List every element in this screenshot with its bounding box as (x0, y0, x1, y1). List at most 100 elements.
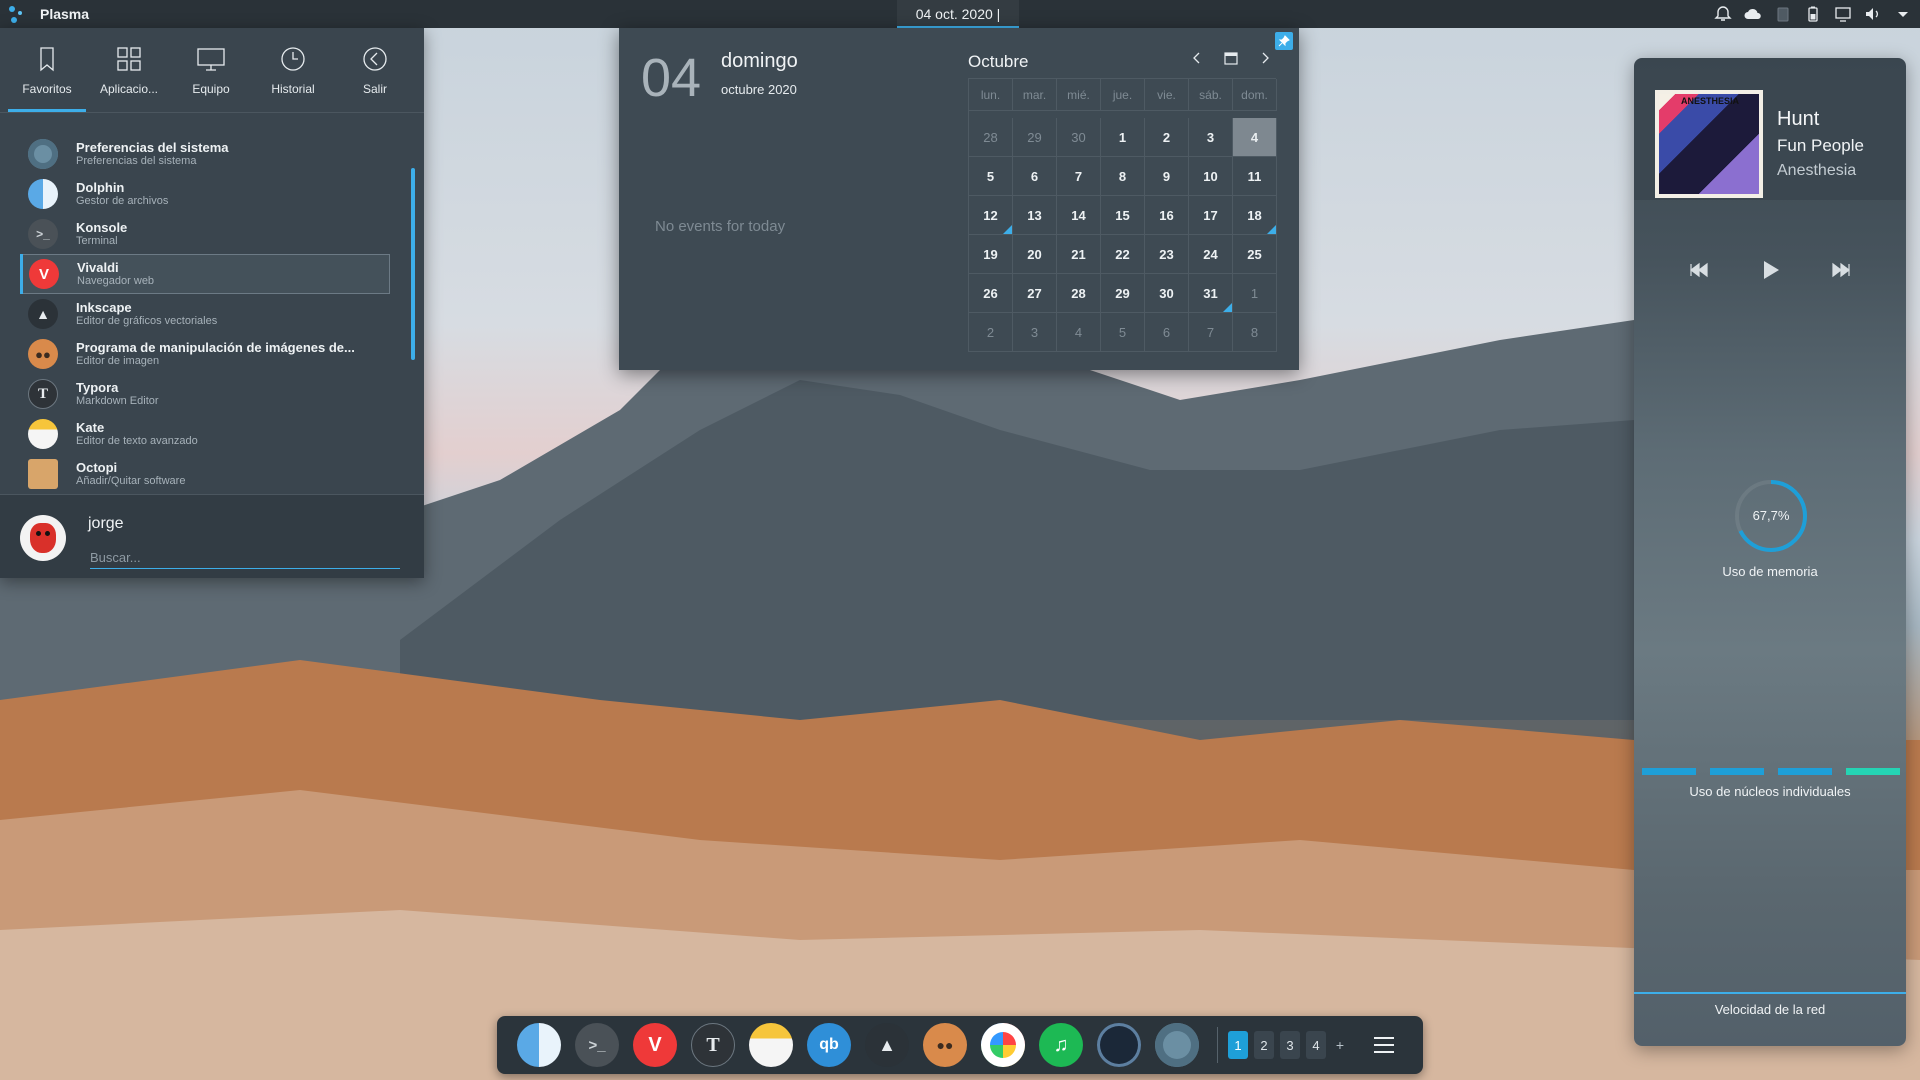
battery-icon[interactable] (1804, 5, 1822, 23)
bell-icon[interactable] (1714, 5, 1732, 23)
app-item-preferencias[interactable]: Preferencias del sistema Preferencias del… (20, 134, 390, 174)
desktop-1-button[interactable]: 1 (1228, 1031, 1248, 1059)
calendar-month-title[interactable]: Octubre (968, 52, 1028, 72)
calendar-day[interactable]: 22 (1101, 235, 1145, 274)
previous-track-button[interactable] (1685, 256, 1713, 284)
app-item-kate[interactable]: Kate Editor de texto avanzado (20, 414, 390, 454)
calendar-day[interactable]: 26 (969, 274, 1013, 313)
calendar-day[interactable]: 1 (1233, 274, 1277, 313)
calendar-day[interactable]: 7 (1057, 157, 1101, 196)
desktop-4-button[interactable]: 4 (1306, 1031, 1326, 1059)
tab-aplicaciones[interactable]: Aplicacio... (88, 28, 170, 112)
calendar-day[interactable]: 29 (1013, 118, 1057, 157)
calendar-day[interactable]: 5 (969, 157, 1013, 196)
qbittorrent-icon[interactable]: qb (807, 1023, 851, 1067)
plasma-launcher-button[interactable]: Plasma (0, 0, 89, 28)
calendar-day[interactable]: 13 (1013, 196, 1057, 235)
calendar-day[interactable]: 9 (1145, 157, 1189, 196)
app-name: Programa de manipulación de imágenes de.… (76, 340, 355, 355)
next-track-button[interactable] (1827, 256, 1855, 284)
add-desktop-button[interactable]: + (1332, 1037, 1348, 1053)
next-month-button[interactable] (1257, 50, 1273, 66)
calendar-day[interactable]: 6 (1013, 157, 1057, 196)
task-dock: >_ V T qb ▲ ●● ♫ 1 2 3 4 + (497, 1016, 1423, 1074)
calendar-day[interactable]: 5 (1101, 313, 1145, 352)
calendar-day[interactable]: 3 (1013, 313, 1057, 352)
gimp-icon[interactable]: ●● (923, 1023, 967, 1067)
calendar-day[interactable]: 17 (1189, 196, 1233, 235)
calendar-day[interactable]: 25 (1233, 235, 1277, 274)
calendar-day[interactable]: 7 (1189, 313, 1233, 352)
digital-clock[interactable]: 04 oct. 2020 | 17:12 (897, 0, 1019, 50)
previous-month-button[interactable] (1189, 50, 1205, 66)
calendar-day[interactable]: 15 (1101, 196, 1145, 235)
kate-icon[interactable] (749, 1023, 793, 1067)
calendar-day[interactable]: 21 (1057, 235, 1101, 274)
app-item-inkscape[interactable]: ▲ Inkscape Editor de gráficos vectoriales (20, 294, 390, 334)
menu-icon[interactable] (1374, 1037, 1394, 1053)
play-button[interactable] (1756, 256, 1784, 284)
today-button[interactable] (1223, 50, 1239, 66)
tab-equipo[interactable]: Equipo (170, 28, 252, 112)
calendar-day[interactable]: 8 (1101, 157, 1145, 196)
calendar-day[interactable]: 1 (1101, 118, 1145, 157)
calendar-day[interactable]: 16 (1145, 196, 1189, 235)
display-icon[interactable] (1834, 5, 1852, 23)
app-item-vivaldi[interactable]: V Vivaldi Navegador web (20, 254, 390, 294)
cloud-icon[interactable] (1744, 5, 1762, 23)
search-input[interactable] (90, 547, 400, 569)
desktop-3-button[interactable]: 3 (1280, 1031, 1300, 1059)
desktop-2-button[interactable]: 2 (1254, 1031, 1274, 1059)
calendar-day[interactable]: 10 (1189, 157, 1233, 196)
inkscape-icon[interactable]: ▲ (865, 1023, 909, 1067)
app-item-typora[interactable]: T Typora Markdown Editor (20, 374, 390, 414)
weekday-label: domingo (721, 50, 798, 72)
color-picker-icon[interactable] (981, 1023, 1025, 1067)
volume-icon[interactable] (1864, 5, 1882, 23)
calendar-day[interactable]: 11 (1233, 157, 1277, 196)
chevron-down-icon[interactable] (1894, 5, 1912, 23)
clipboard-icon[interactable] (1774, 5, 1792, 23)
calendar-day[interactable]: 3 (1189, 118, 1233, 157)
steam-icon[interactable] (1097, 1023, 1141, 1067)
favorites-scrollbar[interactable] (411, 168, 415, 360)
app-item-konsole[interactable]: >_ Konsole Terminal (20, 214, 390, 254)
calendar-day[interactable]: 30 (1057, 118, 1101, 157)
calendar-day[interactable]: 14 (1057, 196, 1101, 235)
app-item-gimp[interactable]: ●● Programa de manipulación de imágenes … (20, 334, 390, 374)
calendar-day[interactable]: 29 (1101, 274, 1145, 313)
calendar-day[interactable]: 2 (969, 313, 1013, 352)
virtual-desktop-pager: 1 2 3 4 + (1228, 1031, 1348, 1059)
calendar-day[interactable]: 24 (1189, 235, 1233, 274)
calendar-day[interactable]: 12 (969, 196, 1013, 235)
calendar-day[interactable]: 28 (1057, 274, 1101, 313)
pin-button[interactable] (1275, 32, 1293, 50)
calendar-day[interactable]: 8 (1233, 313, 1277, 352)
calendar-day[interactable]: 19 (969, 235, 1013, 274)
calendar-day[interactable]: 18 (1233, 196, 1277, 235)
tab-historial[interactable]: Historial (252, 28, 334, 112)
typora-icon[interactable]: T (691, 1023, 735, 1067)
settings-icon[interactable] (1155, 1023, 1199, 1067)
tab-favoritos[interactable]: Favoritos (6, 28, 88, 112)
calendar-day[interactable]: 20 (1013, 235, 1057, 274)
app-item-octopi[interactable]: Octopi Añadir/Quitar software (20, 454, 390, 494)
app-item-dolphin[interactable]: Dolphin Gestor de archivos (20, 174, 390, 214)
calendar-day[interactable]: 30 (1145, 274, 1189, 313)
terminal-icon[interactable]: >_ (575, 1023, 619, 1067)
dolphin-icon[interactable] (517, 1023, 561, 1067)
calendar-day[interactable]: 31 (1189, 274, 1233, 313)
calendar-day[interactable]: 28 (969, 118, 1013, 157)
calendar-day[interactable]: 27 (1013, 274, 1057, 313)
calendar-day-today[interactable]: 4 (1233, 118, 1277, 157)
calendar-day[interactable]: 6 (1145, 313, 1189, 352)
plasma-logo-icon (6, 3, 28, 25)
calendar-day[interactable]: 23 (1145, 235, 1189, 274)
avatar[interactable] (20, 515, 66, 561)
calendar-day[interactable]: 4 (1057, 313, 1101, 352)
calendar-day[interactable]: 2 (1145, 118, 1189, 157)
vivaldi-icon[interactable]: V (633, 1023, 677, 1067)
tab-salir[interactable]: Salir (334, 28, 416, 112)
spotify-icon[interactable]: ♫ (1039, 1023, 1083, 1067)
tab-label: Salir (362, 82, 387, 96)
